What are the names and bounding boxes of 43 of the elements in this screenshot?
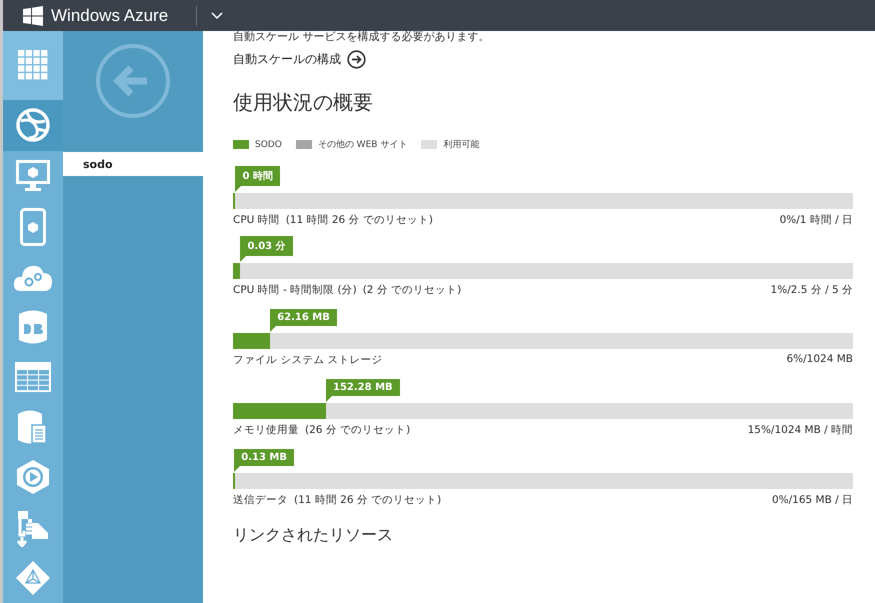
legend-label: SODO <box>255 140 282 150</box>
reset-note: (11 時間 26 分 でのリセット) <box>294 493 442 507</box>
site-list-item[interactable]: sodo <box>63 152 203 176</box>
storage-icon[interactable] <box>18 409 48 446</box>
reset-note: (11 時間 26 分 でのリセット) <box>286 213 433 227</box>
monitor-icon[interactable] <box>16 160 50 192</box>
meter-label: ファイル システム ストレージ <box>233 353 383 367</box>
reset-note: (2 分 でのリセット) <box>362 283 462 297</box>
meter-reading: 1%/2.5 分 / 5 分 <box>770 283 853 297</box>
document-download-icon[interactable] <box>16 508 50 547</box>
meter-reading: 15%/1024 MB / 時間 <box>748 423 853 437</box>
database-icon[interactable] <box>19 308 47 345</box>
meter-reading: 0%/1 時間 / 日 <box>780 213 853 227</box>
value-callout: 0.13 MB <box>234 449 294 472</box>
meter-label: 送信データ <box>233 493 288 507</box>
chevron-down-icon[interactable] <box>211 12 224 20</box>
nav-item[interactable] <box>3 31 63 100</box>
meter-reading: 0%/165 MB / 日 <box>772 493 853 507</box>
diamond-network-icon[interactable] <box>16 560 50 595</box>
globe-icon[interactable] <box>15 107 51 144</box>
legend-label: その他の WEB サイト <box>318 138 408 151</box>
section-heading: リンクされたリソース <box>233 525 394 546</box>
notice-text: 自動スケール サービスを構成する必要があります。 <box>233 31 490 43</box>
windows-logo-icon <box>23 6 43 26</box>
value-callout: 0.03 分 <box>240 236 293 262</box>
meter-label: CPU 時間 <box>233 213 280 227</box>
value-callout: 0 時間 <box>235 166 280 192</box>
reset-note: (26 分 でのリセット) <box>305 423 410 437</box>
value-callout: 62.16 MB <box>270 309 337 332</box>
phone-icon[interactable] <box>20 208 46 246</box>
table-icon[interactable] <box>15 362 51 392</box>
media-play-icon[interactable] <box>16 459 50 496</box>
meter-reading: 6%/1024 MB <box>786 353 853 367</box>
meter-label: CPU 時間 - 時間制限 (分) <box>233 283 357 297</box>
value-callout: 152.28 MB <box>326 379 400 402</box>
autoscale-link[interactable]: 自動スケールの構成 <box>233 51 341 68</box>
section-heading: 使用状況の概要 <box>233 89 374 116</box>
nav-item[interactable] <box>3 100 63 152</box>
legend-label: 利用可能 <box>443 138 480 151</box>
meter-label: メモリ使用量 <box>233 423 299 437</box>
app-title: Windows Azure <box>51 6 168 26</box>
arrow-circle-icon[interactable] <box>347 50 366 69</box>
grid-icon[interactable] <box>18 50 48 80</box>
